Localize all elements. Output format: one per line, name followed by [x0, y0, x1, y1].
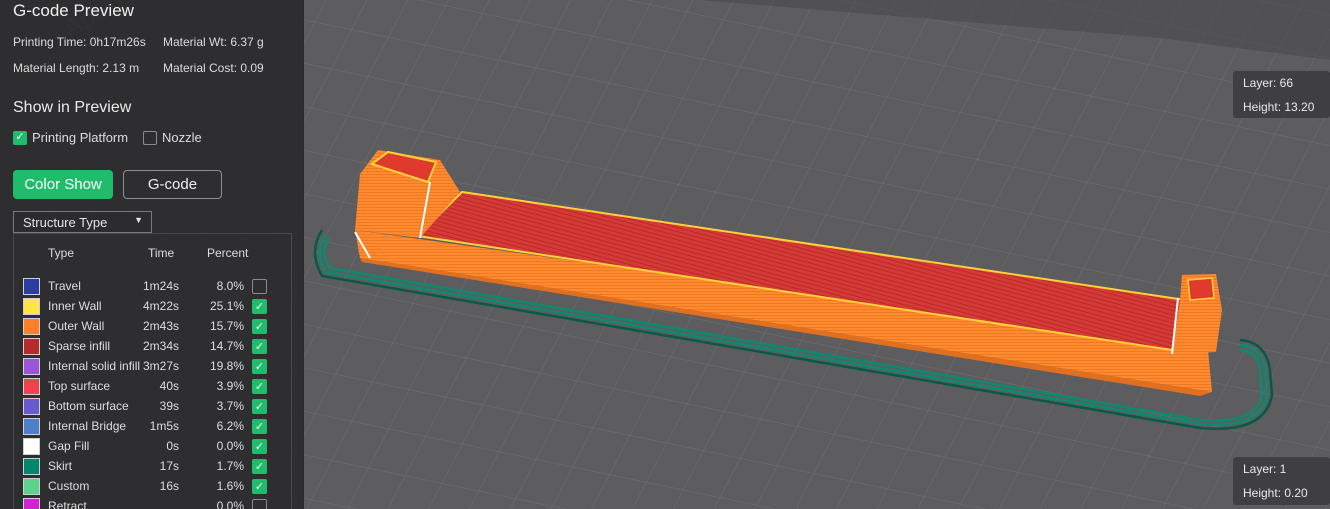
legend-percent: 0.0%	[216, 499, 244, 509]
legend-time: 3m27s	[142, 359, 179, 373]
color-show-button[interactable]: Color Show	[13, 170, 113, 199]
color-swatch	[23, 378, 40, 395]
checkbox-checked-icon[interactable]: ✓	[252, 439, 267, 454]
legend-row: Internal Bridge 1m5s 6.2% ✓	[0, 417, 303, 437]
legend-row: Travel 1m24s 8.0%	[0, 277, 303, 297]
legend-time: 1m24s	[142, 279, 179, 293]
bottom-layer-number: Layer: 1	[1243, 462, 1287, 476]
checkbox-checked-icon[interactable]: ✓	[252, 319, 267, 334]
legend-row: Internal solid infill 3m27s 19.8% ✓	[0, 357, 303, 377]
column-header-percent: Percent	[207, 246, 249, 260]
color-swatch	[23, 338, 40, 355]
legend-row: Bottom surface 39s 3.7% ✓	[0, 397, 303, 417]
color-swatch	[23, 478, 40, 495]
legend-row: Custom 16s 1.6% ✓	[0, 477, 303, 497]
legend-percent: 15.7%	[209, 319, 244, 333]
top-layer-height: Height: 13.20	[1243, 100, 1315, 114]
structure-type-select[interactable]: Structure Type ▼	[13, 211, 152, 233]
legend-percent: 19.8%	[209, 359, 244, 373]
legend-percent: 14.7%	[209, 339, 244, 353]
checkbox-checked-icon[interactable]: ✓	[252, 479, 267, 494]
legend-percent: 3.7%	[216, 399, 244, 413]
checkbox-unchecked-icon[interactable]	[252, 279, 267, 294]
legend-time: 2m34s	[142, 339, 179, 353]
checkbox-unchecked-icon[interactable]	[252, 499, 267, 509]
material-cost: Material Cost: 0.09	[163, 61, 264, 75]
checkbox-checked-icon[interactable]: ✓	[252, 419, 267, 434]
printing-platform-toggle[interactable]: ✓ Printing Platform	[13, 130, 128, 145]
color-swatch	[23, 438, 40, 455]
color-swatch	[23, 498, 40, 509]
gcode-preview-panel: G-code Preview Printing Time: 0h17m26s M…	[0, 0, 304, 509]
legend-row: Skirt 17s 1.7% ✓	[0, 457, 303, 477]
top-layer-number: Layer: 66	[1243, 76, 1294, 90]
bottom-layer-indicator[interactable]: Layer: 1 Height: 0.20	[1233, 457, 1330, 505]
legend-percent: 25.1%	[209, 299, 244, 313]
legend-row: Gap Fill 0s 0.0% ✓	[0, 437, 303, 457]
legend-time: 0s	[166, 439, 179, 453]
legend-type: Sparse infill	[48, 339, 111, 353]
legend-percent: 1.6%	[216, 479, 244, 493]
checkbox-checked-icon[interactable]: ✓	[252, 379, 267, 394]
show-in-preview-heading: Show in Preview	[13, 99, 132, 116]
material-length: Material Length: 2.13 m	[13, 61, 140, 75]
caret-down-icon: ▼	[134, 215, 143, 225]
legend-type: Bottom surface	[48, 399, 129, 413]
legend-type: Custom	[48, 479, 90, 493]
bottom-layer-height: Height: 0.20	[1243, 486, 1308, 500]
legend-percent: 3.9%	[216, 379, 244, 393]
material-weight: Material Wt: 6.37 g	[163, 35, 264, 49]
color-swatch	[23, 318, 40, 335]
color-swatch	[23, 398, 40, 415]
printing-time: Printing Time: 0h17m26s	[13, 35, 146, 49]
nozzle-label: Nozzle	[162, 130, 202, 145]
gcode-button[interactable]: G-code	[123, 170, 222, 199]
legend-type: Gap Fill	[48, 439, 90, 453]
checkbox-checked-icon[interactable]: ✓	[252, 339, 267, 354]
legend-row: Sparse infill 2m34s 14.7% ✓	[0, 337, 303, 357]
nozzle-toggle[interactable]: Nozzle	[143, 130, 202, 145]
column-header-type: Type	[48, 246, 75, 260]
legend-row: Outer Wall 2m43s 15.7% ✓	[0, 317, 303, 337]
legend-time: 40s	[159, 379, 179, 393]
legend-time: 16s	[159, 479, 179, 493]
checkbox-unchecked-icon[interactable]	[143, 130, 157, 145]
checkbox-checked-icon[interactable]: ✓	[252, 359, 267, 374]
legend-time: 39s	[159, 399, 179, 413]
legend-percent: 8.0%	[216, 279, 244, 293]
legend-percent: 6.2%	[216, 419, 244, 433]
legend-time: 1m5s	[149, 419, 179, 433]
legend-type: Inner Wall	[48, 299, 102, 313]
legend-type: Skirt	[48, 459, 72, 473]
legend-row: Inner Wall 4m22s 25.1% ✓	[0, 297, 303, 317]
color-swatch	[23, 358, 40, 375]
legend-type: Top surface	[48, 379, 111, 393]
legend-row: Retract 0.0%	[0, 497, 303, 509]
legend-type: Internal Bridge	[48, 419, 127, 433]
structure-type-value: Structure Type	[23, 214, 108, 230]
legend-percent: 0.0%	[216, 439, 244, 453]
checkbox-checked-icon[interactable]: ✓	[13, 130, 27, 145]
panel-title: G-code Preview	[13, 1, 134, 20]
color-swatch	[23, 458, 40, 475]
checkbox-checked-icon[interactable]: ✓	[252, 459, 267, 474]
color-swatch	[23, 278, 40, 295]
legend-time: 2m43s	[142, 319, 179, 333]
column-header-time: Time	[148, 246, 175, 260]
legend-percent: 1.7%	[216, 459, 244, 473]
legend-row: Top surface 40s 3.9% ✓	[0, 377, 303, 397]
legend-type: Retract	[48, 499, 87, 509]
legend-type: Outer Wall	[48, 319, 105, 333]
printing-platform-label: Printing Platform	[32, 130, 129, 145]
color-swatch	[23, 418, 40, 435]
legend-type: Travel	[48, 279, 81, 293]
legend-time: 17s	[159, 459, 179, 473]
top-layer-indicator[interactable]: Layer: 66 Height: 13.20	[1233, 71, 1330, 118]
color-swatch	[23, 298, 40, 315]
checkbox-checked-icon[interactable]: ✓	[252, 399, 267, 414]
legend-time: 4m22s	[142, 299, 179, 313]
checkbox-checked-icon[interactable]: ✓	[252, 299, 267, 314]
